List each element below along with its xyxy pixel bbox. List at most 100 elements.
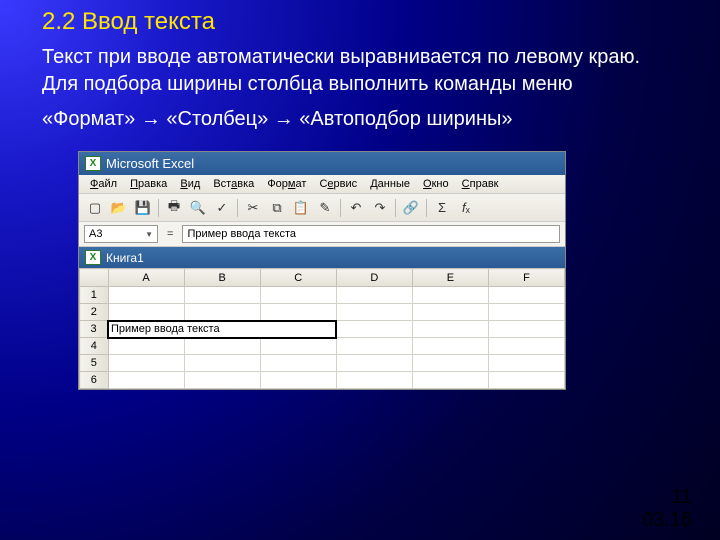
separator — [340, 199, 341, 217]
excel-titlebar: X Microsoft Excel — [79, 152, 565, 175]
cell[interactable] — [108, 338, 184, 355]
spell-icon[interactable]: ✓ — [211, 197, 233, 218]
menubar: Файл Правка Вид Вставка Формат Сервис Да… — [79, 175, 565, 194]
menu-tools[interactable]: Сервис — [314, 176, 362, 192]
link-icon[interactable]: 🔗 — [400, 197, 422, 218]
cell[interactable] — [260, 372, 336, 389]
menu-insert[interactable]: Вставка — [208, 176, 259, 192]
menu-file[interactable]: Файл — [85, 176, 122, 192]
cell[interactable] — [108, 287, 184, 304]
workbook-titlebar: X Книга1 — [79, 247, 565, 268]
workbook-title: Книга1 — [106, 251, 144, 265]
cell[interactable] — [108, 355, 184, 372]
cell[interactable] — [336, 304, 412, 321]
grid-area: A B C D E F 1 2 3Пример ввода текста 4 5… — [79, 268, 565, 389]
cell[interactable] — [108, 304, 184, 321]
slide-body: Текст при вводе автоматически выравнивае… — [0, 42, 720, 98]
footer-date: 03.16 — [642, 509, 692, 532]
col-header-f[interactable]: F — [488, 269, 564, 287]
col-header-c[interactable]: C — [260, 269, 336, 287]
print-icon[interactable]: 🖶 — [163, 197, 185, 218]
cut-icon[interactable]: ✂ — [242, 197, 264, 218]
cell[interactable] — [336, 372, 412, 389]
workbook-icon: X — [85, 250, 101, 265]
name-box-value: A3 — [89, 228, 102, 240]
cell[interactable] — [336, 338, 412, 355]
fx-icon[interactable]: fₓ — [455, 197, 477, 218]
equals-label: = — [164, 228, 176, 240]
save-icon[interactable]: 💾 — [132, 197, 154, 218]
row-header-6[interactable]: 6 — [80, 372, 109, 389]
autosum-icon[interactable]: Σ — [431, 197, 453, 218]
cell[interactable] — [488, 321, 564, 338]
copy-icon[interactable]: ⧉ — [266, 197, 288, 218]
cell[interactable] — [412, 321, 488, 338]
excel-app-title: Microsoft Excel — [106, 156, 194, 171]
separator — [395, 199, 396, 217]
col-header-b[interactable]: B — [184, 269, 260, 287]
name-box[interactable]: A3 ▼ — [84, 225, 158, 243]
spreadsheet-grid[interactable]: A B C D E F 1 2 3Пример ввода текста 4 5… — [79, 268, 565, 389]
select-all-corner[interactable] — [80, 269, 109, 287]
undo-icon[interactable]: ↶ — [345, 197, 367, 218]
cell[interactable] — [488, 338, 564, 355]
col-header-d[interactable]: D — [336, 269, 412, 287]
format-painter-icon[interactable]: ✎ — [314, 197, 336, 218]
cell[interactable] — [260, 355, 336, 372]
cell[interactable] — [260, 287, 336, 304]
slide-footer: 11 03.16 — [642, 486, 692, 532]
col-header-a[interactable]: A — [108, 269, 184, 287]
cell[interactable] — [184, 372, 260, 389]
redo-icon[interactable]: ↷ — [369, 197, 391, 218]
separator — [158, 199, 159, 217]
row-header-3[interactable]: 3 — [80, 321, 109, 338]
page-number: 11 — [642, 486, 692, 509]
menu-view[interactable]: Вид — [175, 176, 205, 192]
excel-app-icon: X — [85, 156, 101, 171]
menu-format[interactable]: Формат — [262, 176, 311, 192]
cell[interactable] — [412, 304, 488, 321]
cell[interactable] — [488, 304, 564, 321]
cell[interactable] — [184, 338, 260, 355]
row-header-5[interactable]: 5 — [80, 355, 109, 372]
cell[interactable] — [412, 287, 488, 304]
cell[interactable] — [336, 355, 412, 372]
cell[interactable] — [488, 355, 564, 372]
menu-path: «Формат» → «Столбец» → «Автоподбор ширин… — [0, 98, 720, 145]
cell[interactable] — [336, 287, 412, 304]
separator — [426, 199, 427, 217]
paste-icon[interactable]: 📋 — [290, 197, 312, 218]
dropdown-icon[interactable]: ▼ — [145, 230, 153, 239]
menu-data[interactable]: Данные — [365, 176, 415, 192]
new-icon[interactable]: ▢ — [84, 197, 106, 218]
menu-edit[interactable]: Правка — [125, 176, 172, 192]
cell[interactable] — [412, 338, 488, 355]
cell[interactable] — [412, 372, 488, 389]
slide-title: 2.2 Ввод текста — [0, 0, 720, 42]
menu-help[interactable]: Справк — [457, 176, 504, 192]
toolbar: ▢ 📂 💾 🖶 🔍 ✓ ✂ ⧉ 📋 ✎ ↶ ↷ 🔗 Σ fₓ — [79, 194, 565, 222]
cell[interactable] — [412, 355, 488, 372]
cell[interactable] — [184, 287, 260, 304]
cell[interactable] — [488, 372, 564, 389]
cell[interactable] — [184, 355, 260, 372]
open-icon[interactable]: 📂 — [108, 197, 130, 218]
separator — [237, 199, 238, 217]
cell[interactable] — [488, 287, 564, 304]
col-header-e[interactable]: E — [412, 269, 488, 287]
menu-window[interactable]: Окно — [418, 176, 454, 192]
excel-screenshot: X Microsoft Excel Файл Правка Вид Вставк… — [78, 151, 566, 390]
cell[interactable] — [336, 321, 412, 338]
cell[interactable] — [108, 372, 184, 389]
row-header-1[interactable]: 1 — [80, 287, 109, 304]
cell-a3-active[interactable]: Пример ввода текста — [108, 321, 336, 338]
cell[interactable] — [260, 338, 336, 355]
formula-input[interactable]: Пример ввода текста — [182, 225, 560, 243]
row-header-4[interactable]: 4 — [80, 338, 109, 355]
cell[interactable] — [184, 304, 260, 321]
cell[interactable] — [260, 304, 336, 321]
row-header-2[interactable]: 2 — [80, 304, 109, 321]
preview-icon[interactable]: 🔍 — [187, 197, 209, 218]
formula-value: Пример ввода текста — [187, 228, 296, 240]
formula-bar: A3 ▼ = Пример ввода текста — [79, 222, 565, 247]
